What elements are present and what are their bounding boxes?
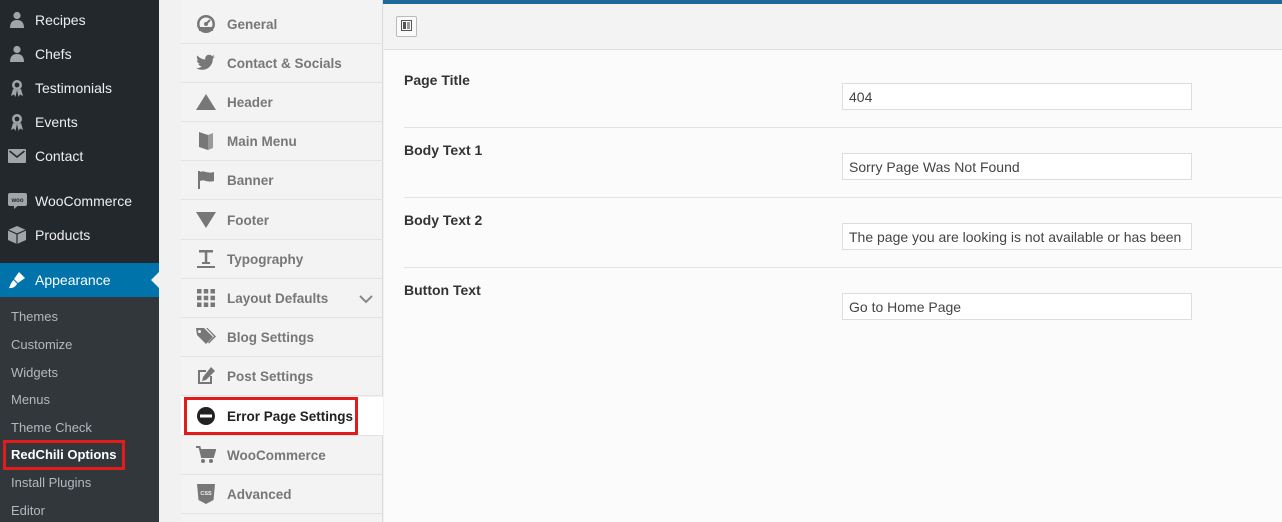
field-row-body-text-1: Body Text 1: [404, 128, 1282, 198]
appearance-submenu: Themes Customize Widgets Menus Theme Che…: [0, 297, 159, 522]
text-icon: [195, 248, 217, 270]
tab-post-settings[interactable]: Post Settings: [181, 357, 383, 396]
body-text-1-input[interactable]: [842, 153, 1192, 180]
triangle-down-icon: [195, 209, 217, 231]
menu-item-woocommerce[interactable]: woo WooCommerce: [0, 184, 159, 218]
tab-label: General: [227, 16, 278, 32]
tab-label: WooCommerce: [227, 447, 326, 463]
options-tab-list: General Contact & Socials Header Main Me…: [181, 0, 383, 522]
cart-icon: [195, 444, 217, 466]
grid-icon: [195, 287, 217, 309]
submenu-install-plugins[interactable]: Install Plugins: [11, 473, 91, 493]
menu-item-label: Recipes: [35, 12, 86, 28]
body-text-2-input[interactable]: [842, 223, 1192, 250]
menu-item-testimonials[interactable]: Testimonials: [0, 71, 159, 105]
tab-label: Layout Defaults: [227, 290, 329, 306]
panel-toolbar: [384, 4, 1282, 50]
field-label: Page Title: [404, 72, 470, 88]
chevron-down-icon[interactable]: [359, 291, 373, 309]
svg-text:CSS: CSS: [200, 491, 212, 497]
tab-label: Main Menu: [227, 133, 297, 149]
flag-icon: [195, 169, 217, 191]
field-row-page-title: Page Title: [404, 58, 1282, 128]
menu-item-label: Contact: [35, 148, 84, 164]
woo-icon: woo: [7, 191, 27, 211]
tab-layout-defaults[interactable]: Layout Defaults: [181, 279, 383, 318]
tab-label: Post Settings: [227, 368, 314, 384]
tab-footer[interactable]: Footer: [181, 201, 383, 240]
tab-label: Advanced: [227, 486, 292, 502]
button-text-input[interactable]: [842, 293, 1192, 320]
menu-item-chefs[interactable]: Chefs: [0, 37, 159, 71]
tab-label: Header: [227, 94, 273, 110]
user-icon: [7, 10, 27, 30]
menu-item-contact[interactable]: Contact: [0, 139, 159, 173]
content-gutter: [159, 0, 181, 522]
tab-label: Footer: [227, 212, 269, 228]
menu-item-label: Appearance: [35, 272, 111, 288]
edit-icon: [195, 365, 217, 387]
tab-label: Banner: [227, 172, 274, 188]
user-icon: [7, 44, 27, 64]
tab-contact-socials[interactable]: Contact & Socials: [181, 44, 383, 83]
tab-label: Blog Settings: [227, 329, 314, 345]
menu-item-label: Products: [35, 227, 91, 243]
redchili-options-highlight: [3, 440, 125, 470]
toggle-layout-button[interactable]: [396, 16, 417, 37]
menu-item-recipes[interactable]: Recipes: [0, 3, 159, 37]
css-icon: CSS: [195, 483, 217, 505]
tab-banner[interactable]: Banner: [181, 161, 383, 200]
mail-icon: [7, 146, 27, 166]
award-icon: [7, 112, 27, 132]
tab-label: Contact & Socials: [227, 55, 342, 71]
award-icon: [7, 78, 27, 98]
products-icon: [7, 225, 27, 245]
page-title-input[interactable]: [842, 83, 1192, 110]
menu-item-appearance[interactable]: Appearance: [0, 263, 159, 297]
svg-text:woo: woo: [10, 198, 23, 204]
tab-main-menu[interactable]: Main Menu: [181, 122, 383, 161]
menu-item-products[interactable]: Products: [0, 218, 159, 252]
admin-sidebar: Recipes Chefs Testimonials Events Contac…: [0, 0, 159, 522]
field-row-body-text-2: Body Text 2: [404, 198, 1282, 268]
book-icon: [195, 130, 217, 152]
tab-advanced[interactable]: CSS Advanced: [181, 475, 383, 514]
field-row-button-text: Button Text: [404, 268, 1282, 338]
tab-typography[interactable]: Typography: [181, 240, 383, 279]
submenu-widgets[interactable]: Widgets: [11, 363, 58, 383]
submenu-customize[interactable]: Customize: [11, 335, 72, 355]
tab-woocommerce[interactable]: WooCommerce: [181, 436, 383, 475]
settings-panel: Page Title Body Text 1 Body Text 2 Butto…: [384, 4, 1282, 522]
tags-icon: [195, 326, 217, 348]
submenu-editor[interactable]: Editor: [11, 501, 45, 521]
twitter-icon: [195, 52, 217, 74]
tab-general[interactable]: General: [181, 5, 383, 44]
menu-item-label: Events: [35, 114, 78, 130]
brush-icon: [7, 270, 27, 290]
tab-label: Typography: [227, 251, 304, 267]
dashboard-icon: [195, 13, 217, 35]
submenu-menus[interactable]: Menus: [11, 390, 50, 410]
submenu-themes[interactable]: Themes: [11, 307, 58, 327]
menu-item-label: Chefs: [35, 46, 72, 62]
tab-blog-settings[interactable]: Blog Settings: [181, 318, 383, 357]
submenu-theme-check[interactable]: Theme Check: [11, 418, 92, 438]
field-label: Body Text 2: [404, 212, 483, 228]
menu-item-label: Testimonials: [35, 80, 113, 96]
tab-header[interactable]: Header: [181, 83, 383, 122]
menu-item-label: WooCommerce: [35, 193, 132, 209]
field-label: Body Text 1: [404, 142, 483, 158]
layout-icon: [401, 18, 412, 36]
field-label: Button Text: [404, 282, 481, 298]
triangle-up-icon: [195, 91, 217, 113]
error-page-highlight: [184, 397, 358, 435]
menu-item-events[interactable]: Events: [0, 105, 159, 139]
